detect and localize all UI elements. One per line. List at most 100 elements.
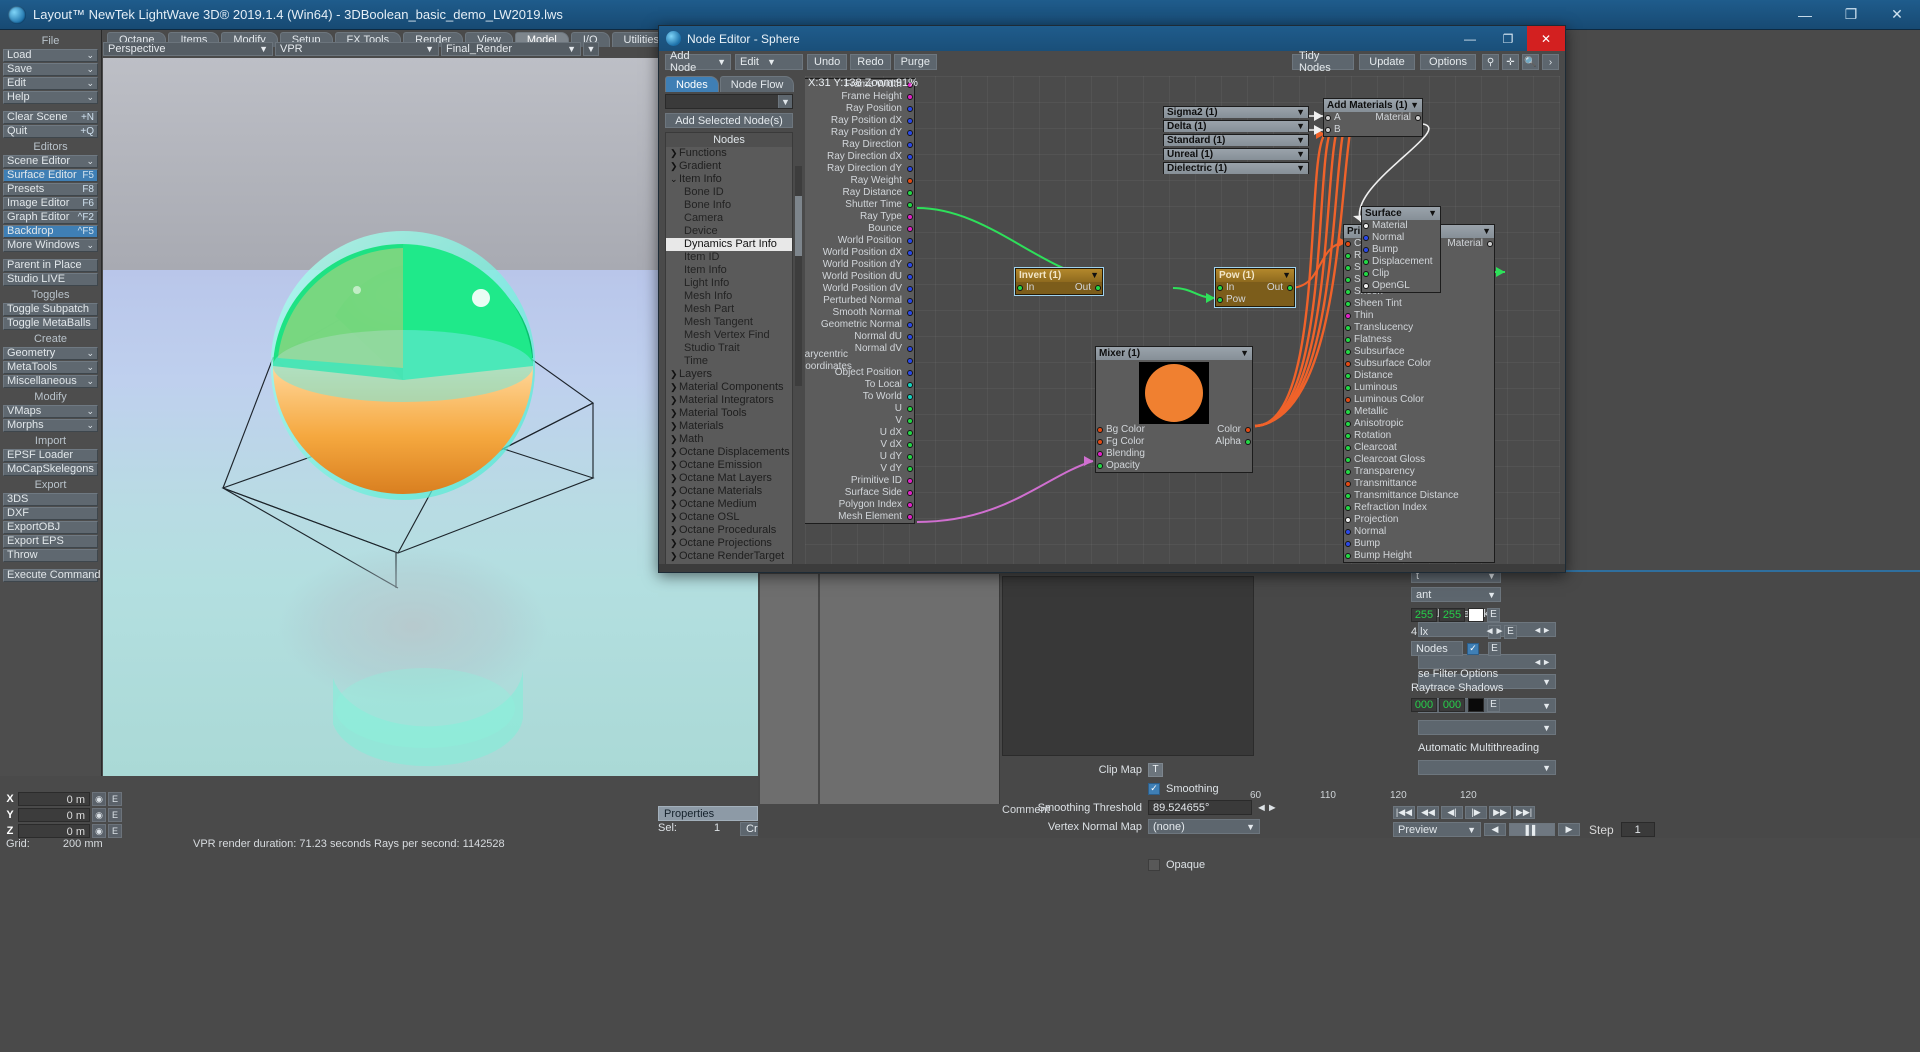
principled-input-subsurface-color[interactable]: Subsurface Color xyxy=(1344,358,1494,370)
mixer-row-3[interactable]: Opacity xyxy=(1096,460,1252,472)
misc-select-3[interactable]: ▼ xyxy=(1418,760,1556,775)
clip-map-texture-button[interactable]: T xyxy=(1148,762,1163,777)
tree-scrollbar-thumb[interactable] xyxy=(795,196,802,256)
output-dot[interactable] xyxy=(907,514,913,520)
chevron-right-icon[interactable]: ❯ xyxy=(670,459,679,472)
left-panel-item-execute-command[interactable]: Execute Command xyxy=(3,569,101,582)
surface-input-opengl[interactable]: OpenGL xyxy=(1362,280,1440,292)
principled-input-refraction-index[interactable]: Refraction Index xyxy=(1344,502,1494,514)
undo-button[interactable]: Undo xyxy=(807,54,848,70)
output-dot[interactable] xyxy=(907,202,913,208)
envelope-button-1[interactable]: E xyxy=(1487,607,1500,622)
tree-item-device[interactable]: Device xyxy=(666,225,792,238)
tree-item-bone-id[interactable]: Bone ID xyxy=(666,186,792,199)
output-dot[interactable] xyxy=(907,226,913,232)
output-dot[interactable] xyxy=(907,478,913,484)
small-node-title[interactable]: Standard (1) ▼ xyxy=(1164,135,1308,146)
smoothing-checkbox[interactable]: ✓ xyxy=(1148,782,1160,795)
input-dot[interactable] xyxy=(1345,397,1351,403)
input-dot[interactable] xyxy=(1097,451,1103,457)
spot-info-output-perturbed-normal[interactable]: Perturbed Normal xyxy=(805,295,914,307)
close-button[interactable]: ✕ xyxy=(1874,0,1920,30)
input-dot[interactable] xyxy=(1363,235,1369,241)
chevron-right-icon[interactable]: ❯ xyxy=(670,381,679,394)
input-dot[interactable] xyxy=(1345,349,1351,355)
output-dot[interactable] xyxy=(907,370,913,376)
left-panel-item-exportobj[interactable]: ExportOBJ xyxy=(3,521,98,534)
tab-properties[interactable]: Properties xyxy=(658,806,758,821)
spot-info-output-object-position[interactable]: Object Position xyxy=(805,367,914,379)
tree-item-octane-procedurals[interactable]: ❯ Octane Procedurals xyxy=(666,524,792,537)
spot-info-output-shutter-time[interactable]: Shutter Time xyxy=(805,199,914,211)
input-dot[interactable] xyxy=(1345,433,1351,439)
smoothing-threshold-input[interactable]: 89.524655° xyxy=(1148,800,1252,815)
node-editor-close[interactable]: ✕ xyxy=(1527,26,1565,51)
viewport-render-select[interactable]: VPR ▼ xyxy=(275,42,439,56)
output-dot[interactable] xyxy=(907,502,913,508)
spot-info-output-frame-height[interactable]: Frame Height xyxy=(805,91,914,103)
surface-input-bump[interactable]: Bump xyxy=(1362,244,1440,256)
input-dot[interactable] xyxy=(1345,265,1351,271)
left-panel-item-edit[interactable]: Edit ⌄ xyxy=(3,77,98,90)
spot-info-output-primitive-id[interactable]: Primitive ID xyxy=(805,475,914,487)
node-standard-1-[interactable]: Standard (1) ▼ xyxy=(1163,134,1309,146)
tree-item-mesh-info[interactable]: Mesh Info xyxy=(666,290,792,303)
input-dot[interactable] xyxy=(1345,301,1351,307)
mixer-row-0[interactable]: Bg Color Color xyxy=(1096,424,1252,436)
spot-info-output-u-dx[interactable]: U dX xyxy=(805,427,914,439)
node-mixer[interactable]: Mixer (1) ▼ Bg Color Color Fg Color Alpha Bl… xyxy=(1095,346,1253,473)
pin-icon[interactable]: ⚲ xyxy=(1482,54,1499,70)
surface-input-normal[interactable]: Normal xyxy=(1362,232,1440,244)
viewport-view-select[interactable]: Perspective ▼ xyxy=(103,42,273,56)
chevron-right-icon[interactable]: ❯ xyxy=(670,446,679,459)
maximize-button[interactable]: ❐ xyxy=(1828,0,1874,30)
left-panel-item-backdrop[interactable]: Backdrop ^F5 xyxy=(3,225,98,238)
chevron-right-icon[interactable]: ❯ xyxy=(670,498,679,511)
left-panel-item-mocapskelegons[interactable]: MoCapSkelegons xyxy=(3,463,98,476)
small-node-title[interactable]: Delta (1) ▼ xyxy=(1164,121,1308,132)
axis-value-x[interactable]: 0 m xyxy=(18,792,90,806)
tree-item-studio-trait[interactable]: Studio Trait xyxy=(666,342,792,355)
input-dot[interactable] xyxy=(1017,285,1023,291)
spot-info-output-v-dy[interactable]: V dY xyxy=(805,463,914,475)
spot-info-output-ray-distance[interactable]: Ray Distance xyxy=(805,187,914,199)
spot-info-output-bounce[interactable]: Bounce xyxy=(805,223,914,235)
chevron-right-icon[interactable]: ❯ xyxy=(670,472,679,485)
envelope-icon[interactable]: E xyxy=(108,792,122,806)
color-value-1[interactable]: 255 xyxy=(1411,607,1437,622)
left-panel-item-throw[interactable]: Throw xyxy=(3,549,98,562)
spot-info-output-ray-position[interactable]: Ray Position xyxy=(805,103,914,115)
edit-dropdown[interactable]: Edit ▼ xyxy=(735,54,803,70)
input-dot[interactable] xyxy=(1363,283,1369,289)
output-dot[interactable] xyxy=(907,298,913,304)
spot-info-output-v[interactable]: V xyxy=(805,415,914,427)
viewport-camera-select[interactable]: Final_Render ▼ xyxy=(441,42,581,56)
input-dot[interactable] xyxy=(1345,469,1351,475)
output-dot[interactable] xyxy=(907,490,913,496)
node-mixer-title[interactable]: Mixer (1) ▼ xyxy=(1096,347,1252,360)
spot-info-output-polygon-index[interactable]: Polygon Index xyxy=(805,499,914,511)
spot-info-output-ray-direction-dy[interactable]: Ray Direction dY xyxy=(805,163,914,175)
input-dot[interactable] xyxy=(1345,445,1351,451)
transport-button[interactable]: |▶ xyxy=(1465,806,1487,819)
spot-info-output-geometric-normal[interactable]: Geometric Normal xyxy=(805,319,914,331)
envelope-icon[interactable]: E xyxy=(108,824,122,838)
output-dot[interactable] xyxy=(907,442,913,448)
axis-value-z[interactable]: 0 m xyxy=(18,824,90,838)
output-dot[interactable] xyxy=(907,322,913,328)
black-value-1[interactable]: 000 xyxy=(1411,697,1437,712)
viewport-options-button[interactable]: ▼ xyxy=(583,42,599,56)
node-editor-tab-nodes[interactable]: Nodes xyxy=(665,76,719,92)
vertex-normal-select[interactable]: (none) ▼ xyxy=(1148,819,1260,834)
principled-input-normal[interactable]: Normal xyxy=(1344,526,1494,538)
tree-item-octane-displacements[interactable]: ❯ Octane Displacements xyxy=(666,446,792,459)
spot-info-output-world-position-dy[interactable]: World Position dY xyxy=(805,259,914,271)
eye-icon[interactable]: ◉ xyxy=(92,808,106,822)
add-node-dropdown[interactable]: Add Node ▼ xyxy=(665,50,731,74)
left-panel-item-export-eps[interactable]: Export EPS xyxy=(3,535,98,548)
chevron-right-icon[interactable]: ❯ xyxy=(670,160,679,173)
output-dot[interactable] xyxy=(1487,241,1493,247)
eye-icon[interactable]: ◉ xyxy=(92,824,106,838)
spot-info-output-ray-position-dy[interactable]: Ray Position dY xyxy=(805,127,914,139)
chevron-down-icon[interactable]: ▼ xyxy=(778,95,792,108)
